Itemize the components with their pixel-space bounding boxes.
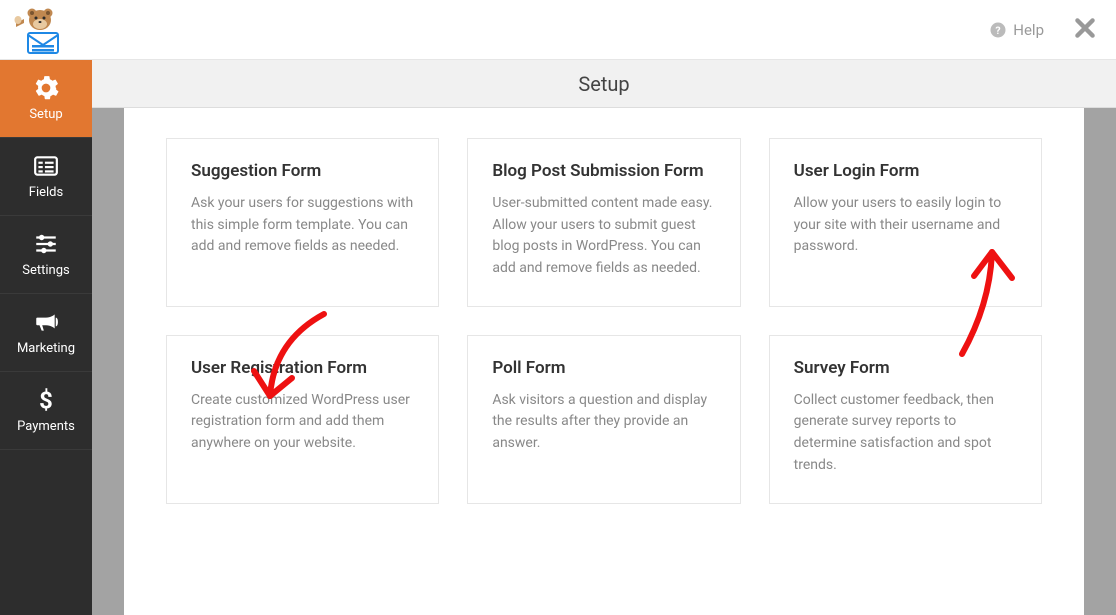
- svg-text:$: $: [39, 387, 53, 413]
- sidebar: Setup Fields Settings Marketing $ Paymen…: [0, 60, 92, 615]
- list-icon: [32, 153, 60, 179]
- page-title: Setup: [92, 60, 1116, 108]
- template-desc: User-submitted content made easy. Allow …: [492, 193, 715, 280]
- help-icon: ?: [989, 21, 1007, 39]
- gear-icon: [32, 75, 60, 101]
- main-wrap: Setup Fields Settings Marketing $ Paymen…: [0, 60, 1116, 615]
- template-title: Blog Post Submission Form: [492, 161, 715, 181]
- svg-text:?: ?: [996, 23, 1001, 36]
- page-body: Suggestion Form Ask your users for sugge…: [124, 108, 1084, 615]
- close-button[interactable]: [1072, 15, 1098, 45]
- template-desc: Allow your users to easily login to your…: [794, 193, 1017, 258]
- help-label: Help: [1013, 21, 1044, 39]
- template-card-poll[interactable]: Poll Form Ask visitors a question and di…: [467, 335, 740, 504]
- template-card-survey[interactable]: Survey Form Collect customer feedback, t…: [769, 335, 1042, 504]
- sidebar-item-settings[interactable]: Settings: [0, 216, 92, 294]
- help-link[interactable]: ? Help: [989, 21, 1044, 39]
- template-desc: Collect customer feedback, then generate…: [794, 390, 1017, 477]
- template-title: User Registration Form: [191, 358, 414, 378]
- sidebar-label: Settings: [22, 263, 69, 278]
- template-desc: Ask your users for suggestions with this…: [191, 193, 414, 258]
- template-card-user-registration[interactable]: User Registration Form Create customized…: [166, 335, 439, 504]
- bullhorn-icon: [32, 309, 60, 335]
- dollar-icon: $: [32, 387, 60, 413]
- template-desc: Create customized WordPress user registr…: [191, 390, 414, 455]
- top-bar-actions: ? Help: [989, 15, 1098, 45]
- sliders-icon: [32, 231, 60, 257]
- template-title: User Login Form: [794, 161, 1017, 181]
- template-card-blog-post[interactable]: Blog Post Submission Form User-submitted…: [467, 138, 740, 307]
- sidebar-item-marketing[interactable]: Marketing: [0, 294, 92, 372]
- content: Setup Suggestion Form Ask your users for…: [92, 60, 1116, 615]
- sidebar-label: Fields: [29, 185, 63, 200]
- sidebar-item-payments[interactable]: $ Payments: [0, 372, 92, 450]
- top-bar: ? Help: [0, 0, 1116, 60]
- sidebar-label: Setup: [29, 107, 62, 122]
- close-icon: [1072, 15, 1098, 41]
- template-card-suggestion[interactable]: Suggestion Form Ask your users for sugge…: [166, 138, 439, 307]
- template-title: Poll Form: [492, 358, 715, 378]
- template-desc: Ask visitors a question and display the …: [492, 390, 715, 455]
- logo: [10, 5, 70, 55]
- template-grid: Suggestion Form Ask your users for sugge…: [166, 138, 1042, 504]
- template-card-user-login[interactable]: User Login Form Allow your users to easi…: [769, 138, 1042, 307]
- sidebar-item-fields[interactable]: Fields: [0, 138, 92, 216]
- sidebar-item-setup[interactable]: Setup: [0, 60, 92, 138]
- template-title: Suggestion Form: [191, 161, 414, 181]
- sidebar-label: Marketing: [17, 341, 75, 356]
- sidebar-label: Payments: [17, 419, 75, 434]
- template-title: Survey Form: [794, 358, 1017, 378]
